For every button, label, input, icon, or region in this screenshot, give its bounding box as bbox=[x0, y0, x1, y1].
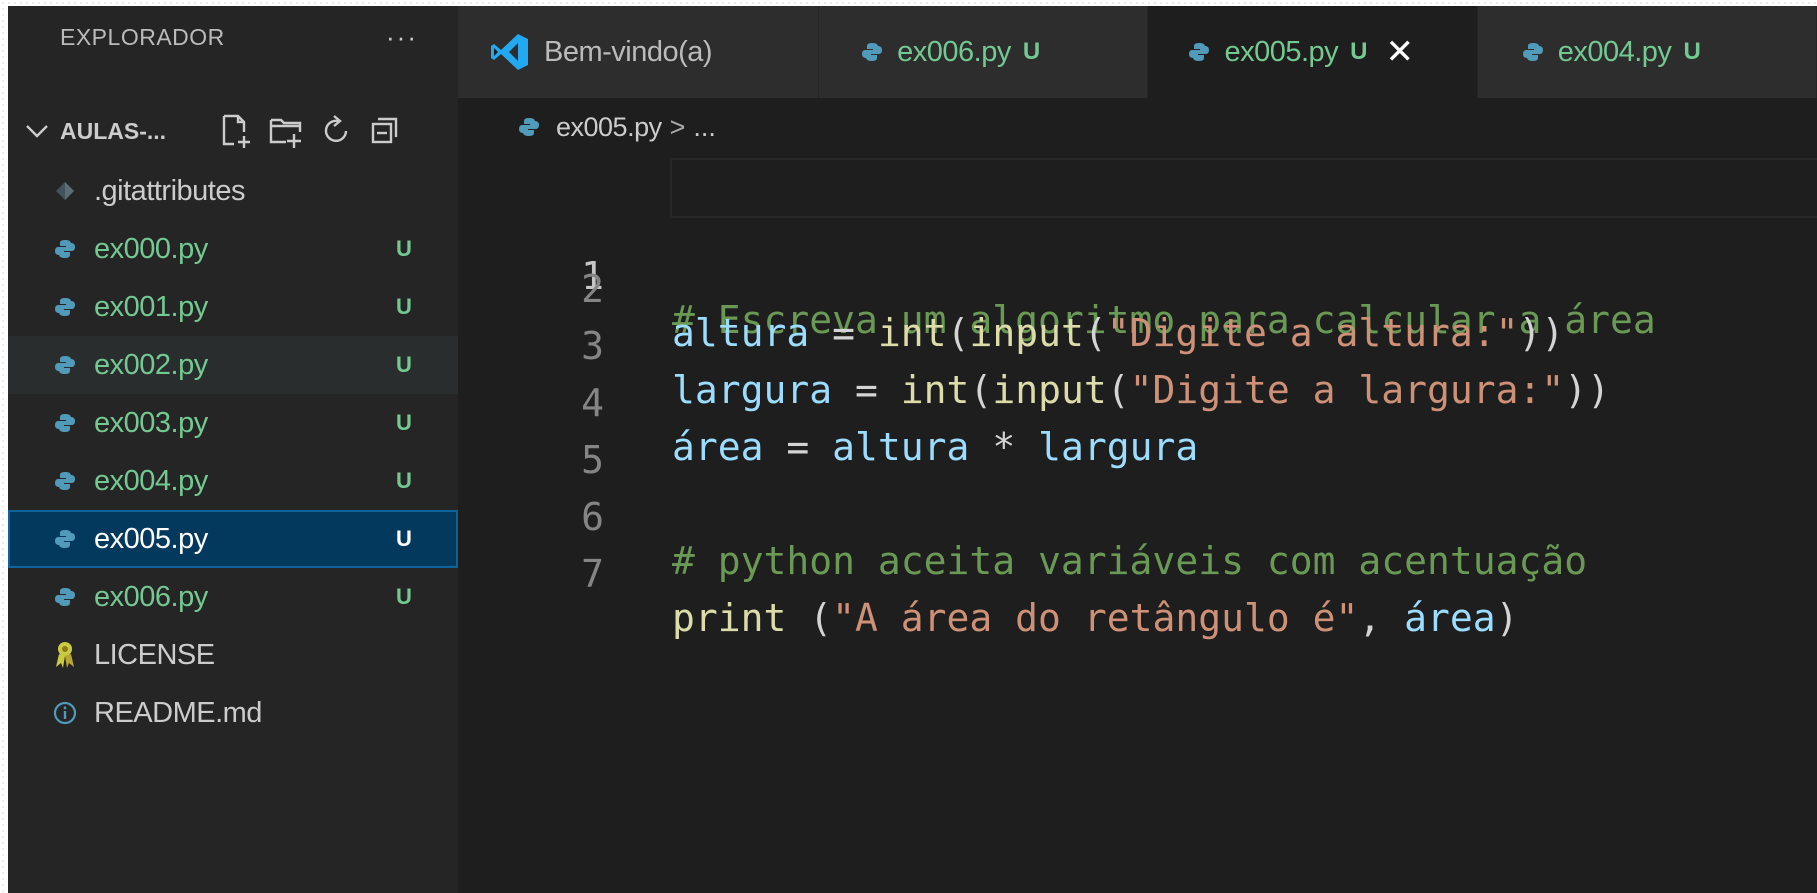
python-icon bbox=[52, 294, 78, 320]
file-item-ex006[interactable]: ex006.py U bbox=[8, 568, 458, 626]
code-paren: ( bbox=[786, 596, 833, 640]
tab-status-badge: U bbox=[1350, 38, 1368, 65]
python-icon bbox=[52, 352, 78, 378]
file-item-ex002[interactable]: ex002.py U bbox=[8, 336, 458, 394]
code-comma: , bbox=[1358, 596, 1405, 640]
python-icon bbox=[516, 114, 542, 140]
file-name: ex000.py bbox=[94, 232, 208, 265]
explorer-sidebar: EXPLORADOR ··· AULAS-... .gitattributes … bbox=[8, 6, 458, 893]
python-icon bbox=[52, 526, 78, 552]
line-number: 7 bbox=[581, 552, 604, 596]
tab-label: ex005.py bbox=[1224, 35, 1339, 68]
file-status-badge: U bbox=[396, 410, 412, 435]
code-line-7[interactable]: 7 print ("A área do retângulo é", área) bbox=[458, 498, 1817, 640]
file-tree: .gitattributes ex000.py U ex001.py U ex0… bbox=[8, 162, 458, 742]
breadcrumb-file[interactable]: ex005.py bbox=[556, 112, 662, 143]
file-item-ex000[interactable]: ex000.py U bbox=[8, 220, 458, 278]
file-status-badge: U bbox=[396, 468, 412, 493]
new-folder-icon[interactable] bbox=[268, 112, 304, 150]
explorer-header: EXPLORADOR ··· bbox=[8, 6, 458, 68]
tab-label: ex004.py bbox=[1557, 35, 1672, 68]
breadcrumb-separator: > bbox=[669, 111, 686, 142]
file-name: ex005.py bbox=[94, 522, 208, 555]
python-icon bbox=[1522, 41, 1544, 63]
code-function: print bbox=[672, 596, 787, 640]
file-status-badge: U bbox=[396, 294, 412, 319]
close-icon[interactable]: ✕ bbox=[1386, 35, 1415, 69]
license-icon bbox=[52, 642, 78, 668]
file-name: ex003.py bbox=[94, 406, 208, 439]
breadcrumb: ex005.py > ... bbox=[458, 98, 1817, 156]
workspace-folder-row[interactable]: AULAS-... bbox=[8, 106, 458, 158]
file-name: .gitattributes bbox=[94, 174, 245, 207]
file-item-ex005[interactable]: ex005.py U bbox=[8, 510, 458, 568]
workspace-folder-name[interactable]: AULAS-... bbox=[60, 118, 166, 145]
code-line-5[interactable]: 5 bbox=[458, 384, 1817, 482]
tab-welcome[interactable]: Bem-vindo(a) bbox=[458, 6, 820, 98]
breadcrumb-symbols[interactable]: ... bbox=[693, 112, 716, 143]
new-file-icon[interactable] bbox=[218, 112, 254, 150]
python-icon bbox=[1188, 41, 1210, 63]
python-icon bbox=[52, 468, 78, 494]
code-string: "A área do retângulo é" bbox=[832, 596, 1359, 640]
file-name: README.md bbox=[94, 696, 262, 729]
vscode-icon bbox=[490, 32, 530, 72]
file-item-ex003[interactable]: ex003.py U bbox=[8, 394, 458, 452]
file-status-badge: U bbox=[396, 526, 412, 551]
code-paren: ) bbox=[1495, 596, 1519, 640]
python-icon bbox=[52, 584, 78, 610]
tab-ex006[interactable]: ex006.py U bbox=[819, 6, 1149, 98]
tab-status-badge: U bbox=[1022, 38, 1041, 65]
refresh-icon[interactable] bbox=[318, 112, 354, 150]
file-item-gitattributes[interactable]: .gitattributes bbox=[8, 162, 458, 220]
git-icon bbox=[52, 178, 78, 204]
file-item-license[interactable]: LICENSE bbox=[8, 626, 458, 684]
code-variable: área bbox=[1404, 596, 1496, 640]
code-text: print ("A área do retângulo é", área) bbox=[672, 586, 1519, 650]
file-status-badge: U bbox=[396, 236, 412, 261]
code-line-2[interactable]: 2 altura = int(input("Digite a altura:")… bbox=[458, 213, 1817, 355]
editor-tabs: Bem-vindo(a) ex006.py U ex005.py U ✕ ex0… bbox=[458, 6, 1817, 98]
python-icon bbox=[52, 410, 78, 436]
file-item-readme[interactable]: README.md bbox=[8, 684, 458, 742]
file-name: ex004.py bbox=[94, 464, 208, 497]
vscode-window: EXPLORADOR ··· AULAS-... .gitattributes … bbox=[8, 6, 1817, 893]
more-actions-button[interactable]: ··· bbox=[386, 24, 418, 50]
folder-actions bbox=[218, 112, 404, 150]
code-line-6[interactable]: 6 # python aceita variáveis com acentuaç… bbox=[458, 441, 1817, 583]
file-name: ex001.py bbox=[94, 290, 208, 323]
tab-label: Bem-vindo(a) bbox=[544, 35, 713, 68]
file-status-badge: U bbox=[396, 584, 412, 609]
chevron-down-icon[interactable] bbox=[22, 116, 52, 146]
file-item-ex004[interactable]: ex004.py U bbox=[8, 452, 458, 510]
file-status-badge: U bbox=[396, 352, 412, 377]
info-icon bbox=[52, 700, 78, 726]
tab-status-badge: U bbox=[1683, 38, 1701, 65]
python-icon bbox=[861, 41, 883, 63]
tab-ex004[interactable]: ex004.py U bbox=[1477, 6, 1817, 98]
code-line-1[interactable]: 1 # Escreva um algoritmo para calcular a… bbox=[458, 156, 1817, 342]
tab-label: ex006.py bbox=[897, 35, 1011, 68]
file-item-ex001[interactable]: ex001.py U bbox=[8, 278, 458, 336]
file-name: LICENSE bbox=[94, 638, 215, 671]
current-line-highlight bbox=[670, 158, 1817, 218]
explorer-title: EXPLORADOR bbox=[60, 23, 225, 50]
collapse-all-icon[interactable] bbox=[368, 112, 404, 150]
python-icon bbox=[52, 236, 78, 262]
file-name: ex002.py bbox=[94, 348, 208, 381]
tab-ex005[interactable]: ex005.py U ✕ bbox=[1148, 6, 1478, 98]
code-editor[interactable]: 1 # Escreva um algoritmo para calcular a… bbox=[458, 156, 1817, 893]
code-line-4[interactable]: 4 área = altura * largura bbox=[458, 327, 1817, 469]
code-line-3[interactable]: 3 largura = int(input("Digite a largura:… bbox=[458, 270, 1817, 412]
file-name: ex006.py bbox=[94, 580, 208, 613]
